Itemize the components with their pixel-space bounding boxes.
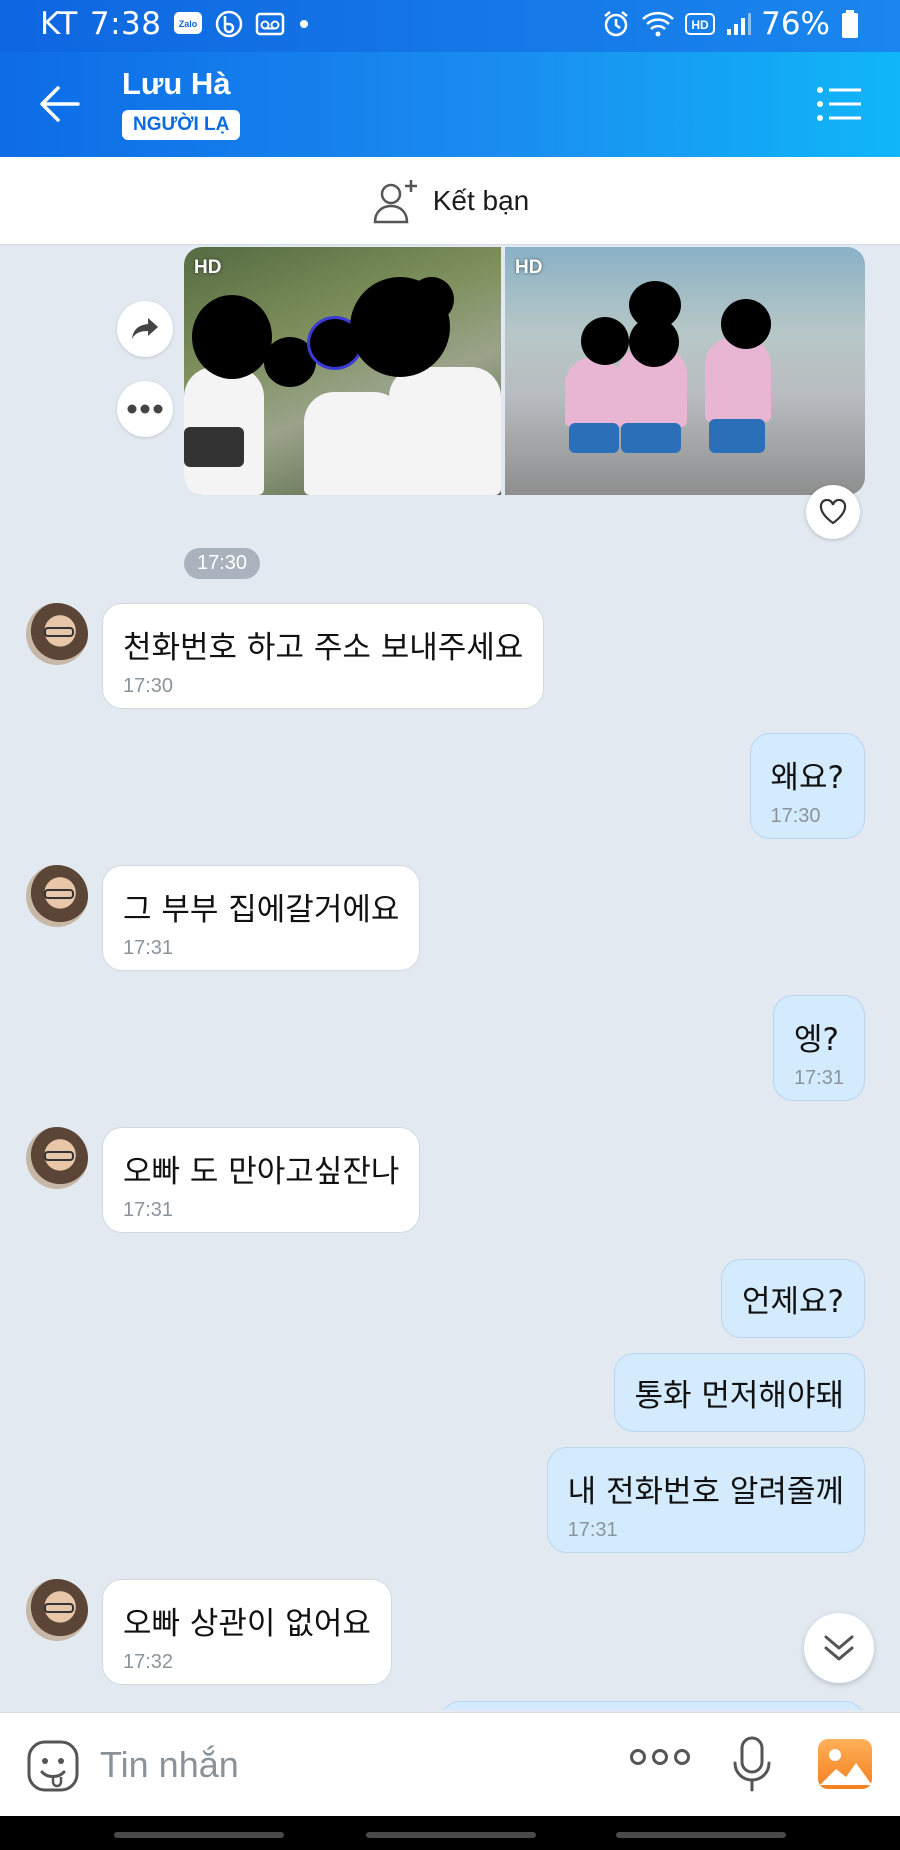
nav-recents[interactable] (114, 1832, 284, 1838)
message-text: 엥? (793, 1022, 839, 1058)
message-bubble-outgoing[interactable] (440, 1701, 865, 1710)
blog-icon (215, 10, 243, 38)
hd-badge: HD (515, 257, 543, 278)
message-options-button[interactable] (117, 381, 173, 437)
message-input[interactable] (100, 1739, 600, 1791)
message-text: 천화번호 하고 주소 보내주세요 (123, 630, 524, 666)
photo-thumbnail[interactable]: HD (505, 247, 865, 495)
scroll-to-bottom-button[interactable] (804, 1613, 874, 1683)
battery-level: 76% (761, 6, 830, 42)
wifi-icon (641, 10, 675, 38)
status-bar: KT 7:38 Zalo HD 76% (0, 0, 900, 52)
stranger-badge: NGƯỜI LẠ (122, 110, 241, 140)
shared-photos[interactable]: HD HD (184, 247, 865, 495)
add-friend-label: Kết bạn (432, 184, 530, 216)
message-bubble-incoming[interactable]: 그 부부 집에갈거에요 17:31 (102, 865, 421, 971)
message-bubble-outgoing[interactable]: 엥? 17:31 (772, 995, 865, 1101)
avatar[interactable] (26, 865, 88, 927)
options-menu-button[interactable] (816, 84, 862, 124)
contact-name[interactable]: Lưu Hà (122, 66, 231, 102)
message-text: 언제요? (741, 1284, 844, 1320)
nav-back[interactable] (616, 1832, 786, 1838)
message-text: 그 부부 집에갈거에요 (123, 892, 400, 928)
chat-header: Lưu Hà NGƯỜI LẠ (0, 52, 900, 157)
photo-thumbnail[interactable]: HD (184, 247, 501, 495)
emoji-icon (27, 1740, 79, 1792)
time-separator: 17:30 (184, 548, 261, 579)
more-dots-icon (127, 404, 163, 414)
message-time: 17:31 (567, 1519, 618, 1541)
voicemail-icon (255, 11, 285, 37)
message-text: 내 전화번호 알려줄께 (567, 1474, 844, 1510)
message-time: 17:31 (123, 1199, 174, 1221)
alarm-icon (601, 9, 631, 39)
clock: 7:38 (89, 6, 162, 42)
share-icon (132, 318, 158, 339)
more-options-button[interactable] (630, 1747, 690, 1771)
message-input-bar (0, 1712, 900, 1816)
message-text: 오빠 도 만아고싶잔나 (123, 1154, 400, 1190)
battery-icon (840, 9, 860, 39)
message-bubble-incoming[interactable]: 천화번호 하고 주소 보내주세요 17:30 (102, 603, 545, 709)
heart-icon (819, 499, 847, 525)
hd-text: HD (691, 18, 709, 32)
list-menu-icon (817, 87, 861, 121)
message-time: 17:32 (123, 1651, 174, 1673)
message-bubble-outgoing[interactable]: 왜요? 17:30 (749, 733, 865, 839)
dot-icon (297, 17, 311, 31)
message-time: 17:31 (793, 1067, 844, 1089)
microphone-icon (733, 1736, 771, 1792)
message-bubble-outgoing[interactable]: 언제요? (720, 1259, 865, 1338)
message-time: 17:30 (123, 675, 174, 697)
gallery-icon (820, 1749, 872, 1785)
message-text: 왜요? (770, 760, 845, 796)
emoji-button[interactable] (26, 1739, 80, 1797)
chevron-double-down-icon (824, 1635, 854, 1661)
voice-record-button[interactable] (730, 1735, 774, 1797)
hd-icon: HD (685, 12, 716, 36)
message-text: 통화 먼저해야돼 (634, 1378, 845, 1414)
message-bubble-outgoing[interactable]: 통화 먼저해야돼 (613, 1353, 865, 1432)
arrow-left-icon (40, 86, 80, 122)
message-bubble-incoming[interactable]: 오빠 상관이 없어요 17:32 (102, 1579, 392, 1685)
hd-badge: HD (194, 257, 222, 278)
avatar[interactable] (26, 1127, 88, 1189)
react-heart-button[interactable] (806, 485, 860, 539)
add-person-icon (373, 179, 417, 223)
message-time: 17:30 (770, 805, 821, 827)
add-friend-button[interactable]: Kết bạn (0, 157, 900, 245)
system-nav-bar (0, 1816, 900, 1850)
avatar[interactable] (26, 1579, 88, 1641)
share-button[interactable] (117, 301, 173, 357)
zalo-text: Zalo (179, 19, 198, 29)
gallery-button[interactable] (818, 1739, 872, 1789)
more-dots-icon (630, 1749, 690, 1765)
carrier-label: KT (40, 6, 78, 42)
message-text: 오빠 상관이 없어요 (123, 1606, 371, 1642)
chat-messages[interactable]: HD HD 17:30 천화번호 하고 주소 보내주세요 17:30 왜요? 1… (0, 245, 900, 1710)
message-bubble-incoming[interactable]: 오빠 도 만아고싶잔나 17:31 (102, 1127, 421, 1233)
message-time: 17:31 (123, 937, 174, 959)
back-button[interactable] (36, 82, 84, 126)
nav-home[interactable] (366, 1832, 536, 1838)
zalo-icon: Zalo (173, 11, 203, 37)
signal-icon (725, 11, 752, 37)
message-bubble-outgoing[interactable]: 내 전화번호 알려줄께 17:31 (546, 1447, 865, 1553)
avatar[interactable] (26, 603, 88, 665)
